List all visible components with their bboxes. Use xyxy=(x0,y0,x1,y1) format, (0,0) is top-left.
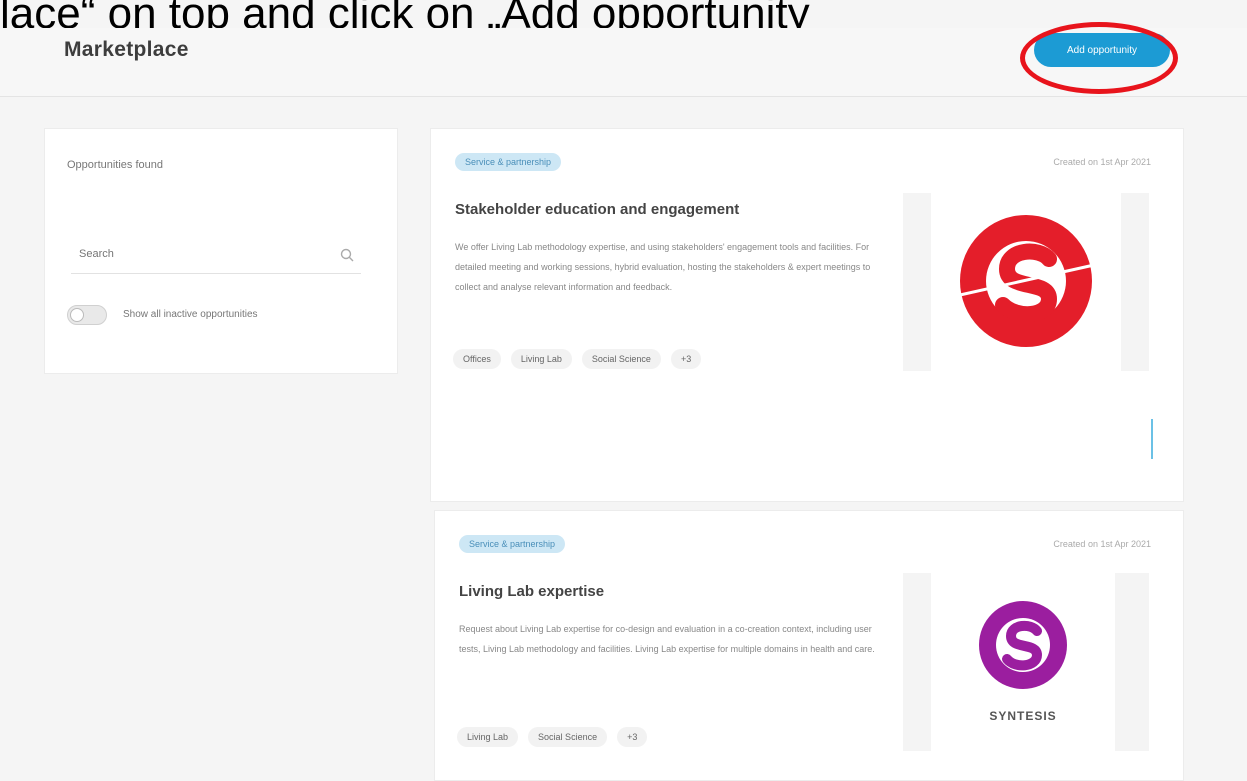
search-box xyxy=(71,241,361,274)
keyword-chip: Living Lab xyxy=(510,349,572,369)
inactive-toggle[interactable] xyxy=(67,305,107,325)
opportunities-count-heading: Opportunities found xyxy=(67,159,164,171)
category-tag: Service & partnership xyxy=(455,153,562,171)
filter-panel: Opportunities found Show all inactive op… xyxy=(44,128,398,374)
opportunity-description: Request about Living Lab expertise for c… xyxy=(459,624,875,654)
keyword-chips: Offices Living Lab Social Science +3 xyxy=(453,349,702,369)
search-icon[interactable] xyxy=(339,247,355,263)
opportunity-title[interactable]: Living Lab expertise xyxy=(459,583,604,600)
logo-frame xyxy=(903,193,1149,371)
opportunity-title[interactable]: Stakeholder education and engagement xyxy=(455,201,739,218)
toggle-knob xyxy=(70,308,84,322)
add-opportunity-button[interactable]: Add opportunity xyxy=(1034,33,1170,67)
logo-container xyxy=(931,193,1121,371)
opportunity-card[interactable]: Service & partnership Created on 1st Apr… xyxy=(434,510,1184,781)
created-date: Created on 1st Apr 2021 xyxy=(1053,157,1151,167)
logo-container: SYNTESIS xyxy=(931,573,1115,751)
keyword-chip: Social Science xyxy=(581,349,661,369)
organization-logo-icon xyxy=(979,601,1067,689)
organization-logo-icon xyxy=(950,215,1104,347)
more-keywords-chip[interactable]: +3 xyxy=(617,727,648,747)
opportunity-card[interactable]: Service & partnership Created on 1st Apr… xyxy=(430,128,1184,502)
keyword-chip: Living Lab xyxy=(457,727,519,747)
page-title: Marketplace xyxy=(64,38,189,61)
logo-frame: SYNTESIS xyxy=(903,573,1149,751)
opportunity-description: We offer Living Lab methodology expertis… xyxy=(455,242,871,292)
category-tag: Service & partnership xyxy=(459,535,566,553)
keyword-chip: Social Science xyxy=(528,727,608,747)
created-date: Created on 1st Apr 2021 xyxy=(1053,539,1151,549)
keyword-chips: Living Lab Social Science +3 xyxy=(457,727,648,747)
search-input[interactable] xyxy=(77,247,331,261)
keyword-chip: Offices xyxy=(453,349,501,369)
inactive-toggle-label: Show all inactive opportunities xyxy=(123,309,258,320)
logo-caption: SYNTESIS xyxy=(989,709,1057,723)
scrollbar-thumb[interactable] xyxy=(1151,419,1153,459)
more-keywords-chip[interactable]: +3 xyxy=(670,349,702,369)
